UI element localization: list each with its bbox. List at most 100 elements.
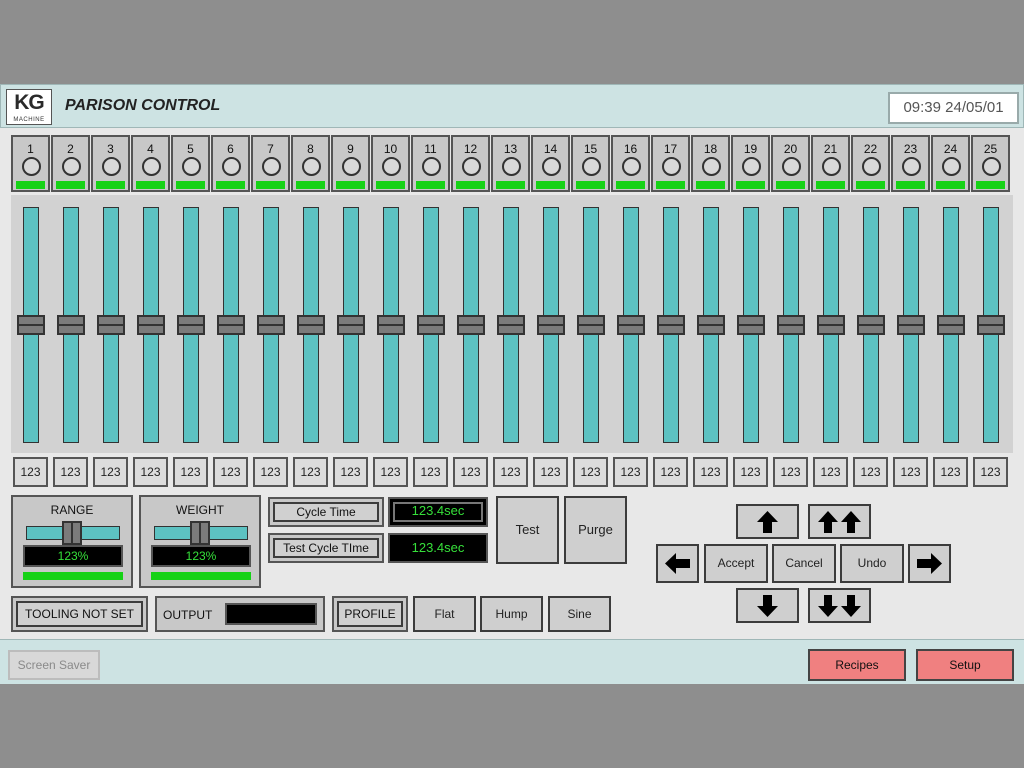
zone-2-slider[interactable] [51, 207, 91, 443]
slider-thumb[interactable] [977, 315, 1005, 335]
zone-15[interactable]: 15 [571, 135, 610, 192]
zone-25[interactable]: 25 [971, 135, 1010, 192]
zone-13[interactable]: 13 [491, 135, 530, 192]
zone-22[interactable]: 22 [851, 135, 890, 192]
recipes-button[interactable]: Recipes [808, 649, 906, 681]
undo-button[interactable]: Undo [840, 544, 904, 583]
zone-24-value[interactable]: 123 [933, 457, 968, 487]
cancel-button[interactable]: Cancel [772, 544, 836, 583]
zone-12[interactable]: 12 [451, 135, 490, 192]
slider-thumb[interactable] [297, 315, 325, 335]
zone-18[interactable]: 18 [691, 135, 730, 192]
slider-thumb[interactable] [537, 315, 565, 335]
slider-thumb[interactable] [377, 315, 405, 335]
zone-5-slider[interactable] [171, 207, 211, 443]
zone-1-slider[interactable] [11, 207, 51, 443]
slider-thumb[interactable] [937, 315, 965, 335]
range-slider-thumb[interactable] [62, 521, 82, 545]
zone-18-value[interactable]: 123 [693, 457, 728, 487]
zone-20-slider[interactable] [771, 207, 811, 443]
zone-10-value[interactable]: 123 [373, 457, 408, 487]
zone-24-slider[interactable] [931, 207, 971, 443]
down-button[interactable] [736, 588, 799, 623]
test-button[interactable]: Test [496, 496, 559, 564]
zone-25-value[interactable]: 123 [973, 457, 1008, 487]
slider-thumb[interactable] [97, 315, 125, 335]
zone-8-slider[interactable] [291, 207, 331, 443]
zone-17[interactable]: 17 [651, 135, 690, 192]
slider-thumb[interactable] [737, 315, 765, 335]
slider-thumb[interactable] [457, 315, 485, 335]
zone-15-slider[interactable] [571, 207, 611, 443]
purge-button[interactable]: Purge [564, 496, 627, 564]
screen-saver-button[interactable]: Screen Saver [8, 650, 100, 680]
zone-14-value[interactable]: 123 [533, 457, 568, 487]
slider-thumb[interactable] [417, 315, 445, 335]
zone-24[interactable]: 24 [931, 135, 970, 192]
up-button[interactable] [736, 504, 799, 539]
zone-23-value[interactable]: 123 [893, 457, 928, 487]
zone-1[interactable]: 1 [11, 135, 50, 192]
zone-11[interactable]: 11 [411, 135, 450, 192]
zone-9-slider[interactable] [331, 207, 371, 443]
slider-thumb[interactable] [777, 315, 805, 335]
zone-5-value[interactable]: 123 [173, 457, 208, 487]
zone-23[interactable]: 23 [891, 135, 930, 192]
slider-thumb[interactable] [137, 315, 165, 335]
zone-19-slider[interactable] [731, 207, 771, 443]
profile-hump-button[interactable]: Hump [480, 596, 543, 632]
zone-16[interactable]: 16 [611, 135, 650, 192]
slider-thumb[interactable] [17, 315, 45, 335]
zone-19-value[interactable]: 123 [733, 457, 768, 487]
zone-4[interactable]: 4 [131, 135, 170, 192]
slider-thumb[interactable] [177, 315, 205, 335]
zone-8[interactable]: 8 [291, 135, 330, 192]
zone-13-slider[interactable] [491, 207, 531, 443]
zone-15-value[interactable]: 123 [573, 457, 608, 487]
slider-thumb[interactable] [617, 315, 645, 335]
accept-button[interactable]: Accept [704, 544, 768, 583]
fast-down-button[interactable] [808, 588, 871, 623]
zone-7-slider[interactable] [251, 207, 291, 443]
slider-thumb[interactable] [337, 315, 365, 335]
left-button[interactable] [656, 544, 699, 583]
zone-21-slider[interactable] [811, 207, 851, 443]
zone-13-value[interactable]: 123 [493, 457, 528, 487]
zone-22-value[interactable]: 123 [853, 457, 888, 487]
weight-slider-thumb[interactable] [190, 521, 210, 545]
zone-21-value[interactable]: 123 [813, 457, 848, 487]
zone-7-value[interactable]: 123 [253, 457, 288, 487]
slider-thumb[interactable] [657, 315, 685, 335]
profile-sine-button[interactable]: Sine [548, 596, 611, 632]
zone-3-value[interactable]: 123 [93, 457, 128, 487]
zone-10[interactable]: 10 [371, 135, 410, 192]
zone-12-value[interactable]: 123 [453, 457, 488, 487]
zone-21[interactable]: 21 [811, 135, 850, 192]
slider-thumb[interactable] [577, 315, 605, 335]
slider-thumb[interactable] [857, 315, 885, 335]
zone-6-value[interactable]: 123 [213, 457, 248, 487]
zone-11-slider[interactable] [411, 207, 451, 443]
zone-7[interactable]: 7 [251, 135, 290, 192]
profile-flat-button[interactable]: Flat [413, 596, 476, 632]
zone-1-value[interactable]: 123 [13, 457, 48, 487]
fast-up-button[interactable] [808, 504, 871, 539]
zone-9-value[interactable]: 123 [333, 457, 368, 487]
zone-12-slider[interactable] [451, 207, 491, 443]
right-button[interactable] [908, 544, 951, 583]
zone-14[interactable]: 14 [531, 135, 570, 192]
slider-thumb[interactable] [217, 315, 245, 335]
zone-14-slider[interactable] [531, 207, 571, 443]
zone-3[interactable]: 3 [91, 135, 130, 192]
zone-17-slider[interactable] [651, 207, 691, 443]
zone-20[interactable]: 20 [771, 135, 810, 192]
zone-23-slider[interactable] [891, 207, 931, 443]
zone-10-slider[interactable] [371, 207, 411, 443]
zone-6-slider[interactable] [211, 207, 251, 443]
zone-18-slider[interactable] [691, 207, 731, 443]
zone-6[interactable]: 6 [211, 135, 250, 192]
zone-8-value[interactable]: 123 [293, 457, 328, 487]
zone-9[interactable]: 9 [331, 135, 370, 192]
zone-5[interactable]: 5 [171, 135, 210, 192]
zone-4-slider[interactable] [131, 207, 171, 443]
